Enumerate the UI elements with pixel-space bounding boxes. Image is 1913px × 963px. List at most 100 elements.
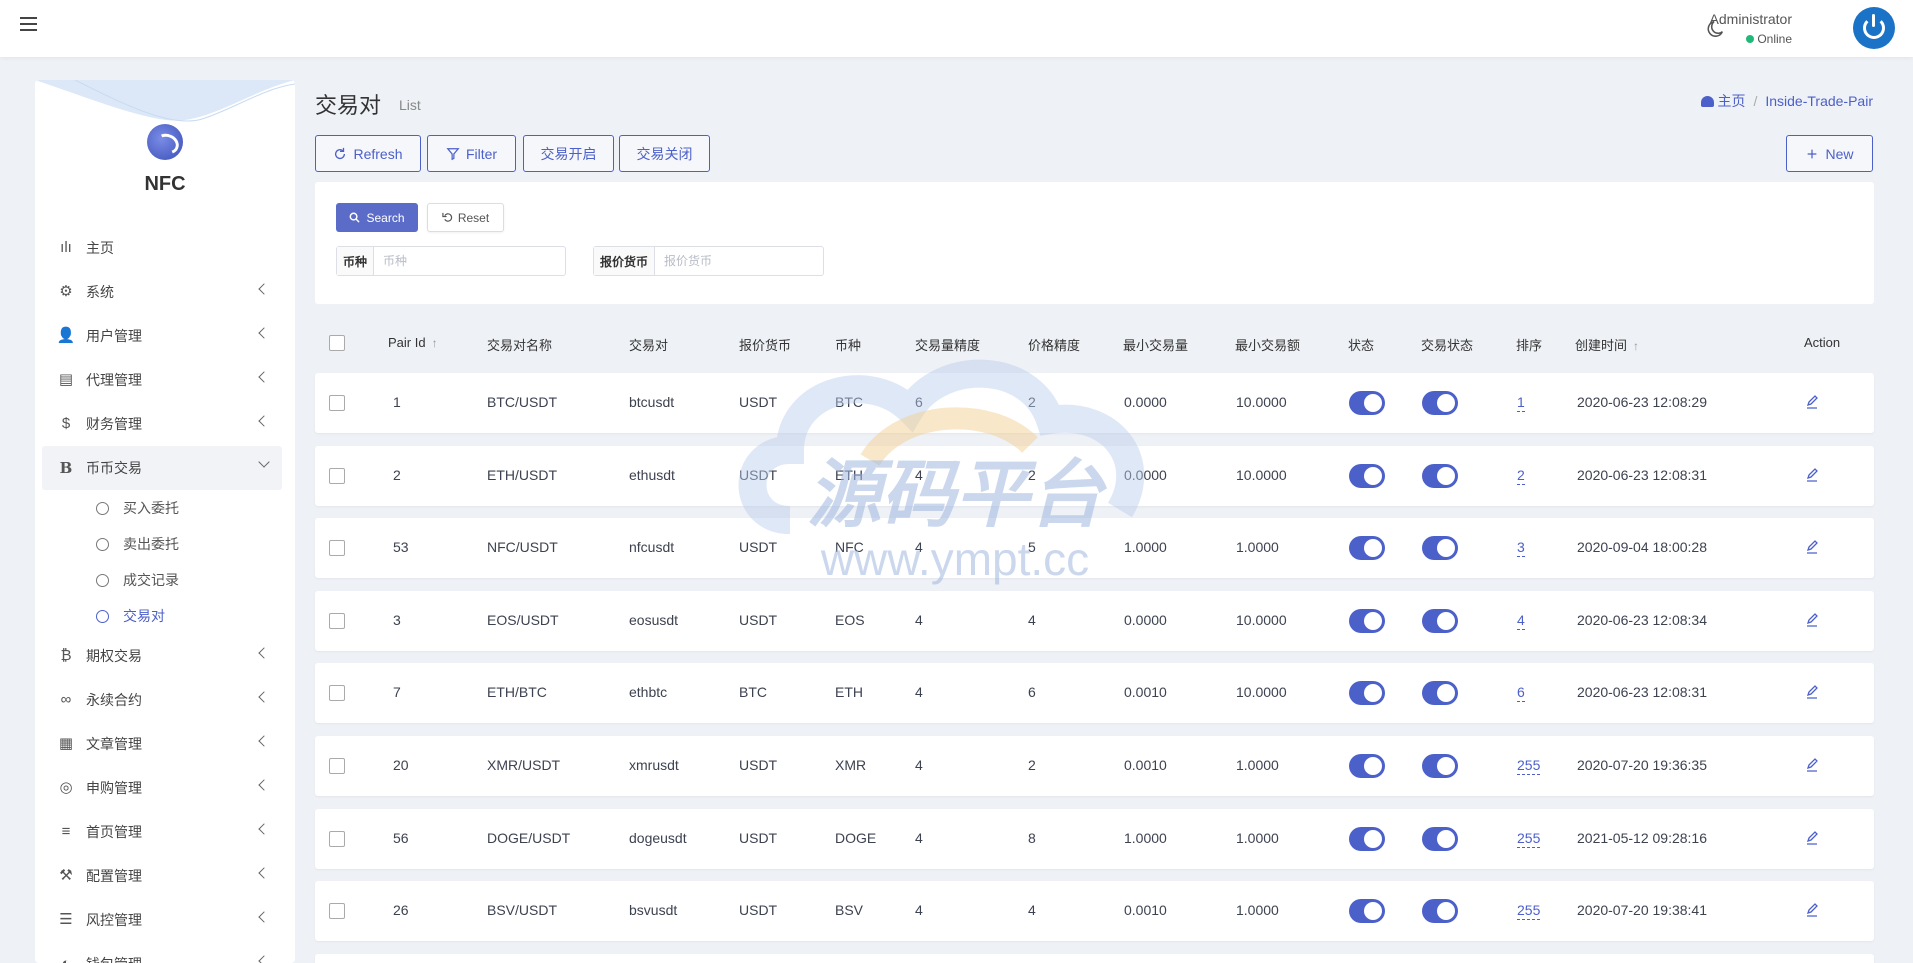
sidebar-item-label: 文章管理 [86,736,142,752]
sidebar-subitem[interactable]: 交易对 [42,598,282,634]
row-checkbox[interactable] [329,758,345,774]
status-toggle[interactable] [1349,464,1385,488]
trade-status-toggle[interactable] [1422,754,1458,778]
table-row[interactable]: 56 DOGE/USDT dogeusdt USDT DOGE 4 8 1.0000 1.000… [315,809,1874,869]
edit-icon[interactable] [1805,613,1819,627]
sidebar-subitem-label: 交易对 [123,608,165,624]
cell-created: 2020-06-23 12:08:34 [1577,612,1707,628]
trade-status-toggle[interactable] [1422,464,1458,488]
edit-icon[interactable] [1805,831,1819,845]
table-row[interactable]: 26 BSV/USDT bsvusdt USDT BSV 4 4 0.0010 1.0000 20… [315,881,1874,941]
col-created[interactable]: 创建时间 ↑ [1575,335,1639,354]
sidebar-item[interactable]: ⚙ 系统 [42,270,282,314]
row-checkbox[interactable] [329,395,345,411]
sidebar-item[interactable]: ∞ 永续合约 [42,678,282,722]
cell-created: 2020-09-04 18:00:28 [1577,539,1707,555]
status-toggle[interactable] [1349,391,1385,415]
status-toggle[interactable] [1349,899,1385,923]
table-row[interactable]: 3 EOS/USDT eosusdt USDT EOS 4 4 0.0000 10.0000 20… [315,591,1874,651]
sort-editable[interactable]: 6 [1517,684,1525,702]
sidebar-item[interactable]: ◐ 钱包管理 [42,942,282,963]
breadcrumb: 主页 / Inside-Trade-Pair [1701,91,1873,111]
sort-editable[interactable]: 2 [1517,467,1525,485]
row-checkbox[interactable] [329,468,345,484]
sidebar-item[interactable]: $ 财务管理 [42,402,282,446]
breadcrumb-home[interactable]: 主页 [1717,93,1745,109]
row-checkbox[interactable] [329,831,345,847]
sidebar-item[interactable]: ☰ 风控管理 [42,898,282,942]
sidebar-item[interactable]: ₿ 期权交易 [42,634,282,678]
sidebar-menu: ılı 主页 ⚙ 系统 👤 用户管理 ▤ 代理管理 $ 财务管理 B 币币交易 买入委托 卖出委托 成交记录… [42,226,282,963]
sidebar-subitem[interactable]: 买入委托 [42,490,282,526]
sort-editable[interactable]: 255 [1517,902,1541,920]
select-all-checkbox[interactable] [329,335,345,351]
filter-button[interactable]: Filter [427,135,516,172]
cell-vol-precision: 4 [915,539,923,555]
edit-icon[interactable] [1805,395,1819,409]
sidebar-item[interactable]: 👤 用户管理 [42,314,282,358]
row-checkbox[interactable] [329,613,345,629]
search-icon [350,212,361,223]
chevron-left-icon [258,415,270,427]
edit-icon[interactable] [1805,685,1819,699]
edit-icon[interactable] [1805,758,1819,772]
cell-created: 2020-06-23 12:08:29 [1577,394,1707,410]
table-row[interactable]: 2 ETH/USDT ethusdt USDT ETH 4 2 0.0000 10.0000 20… [315,446,1874,506]
sidebar-item[interactable]: ılı 主页 [42,226,282,270]
status-toggle[interactable] [1349,827,1385,851]
refresh-button[interactable]: Refresh [315,135,421,172]
trade-status-toggle[interactable] [1422,609,1458,633]
sort-editable[interactable]: 3 [1517,539,1525,557]
sort-editable[interactable]: 255 [1517,757,1541,775]
sidebar-subitem[interactable]: 成交记录 [42,562,282,598]
close-trade-button[interactable]: 交易关闭 [619,135,710,172]
trade-status-toggle[interactable] [1422,681,1458,705]
chevron-left-icon [258,911,270,923]
avatar-power-icon[interactable] [1853,7,1895,49]
sort-editable[interactable]: 255 [1517,830,1541,848]
new-label: New [1825,145,1854,162]
status-toggle[interactable] [1349,754,1385,778]
trade-status-toggle[interactable] [1422,536,1458,560]
chevron-left-icon [258,691,270,703]
sort-arrow-icon[interactable]: ↑ [432,336,438,350]
table-row[interactable]: 1 BTC/USDT btcusdt USDT BTC 6 2 0.0000 10.0000 20… [315,373,1874,433]
table-row[interactable]: 7 ETH/BTC ethbtc BTC ETH 4 6 0.0010 10.0000 2020-… [315,663,1874,723]
reset-button[interactable]: Reset [427,203,504,232]
trade-status-toggle[interactable] [1422,391,1458,415]
col-pair-id[interactable]: Pair Id ↑ [388,335,438,350]
table-row[interactable]: 53 NFC/USDT nfcusdt USDT NFC 4 5 1.0000 1.0000 20… [315,518,1874,578]
edit-icon[interactable] [1805,468,1819,482]
sidebar-item[interactable]: ≡ 首页管理 [42,810,282,854]
sort-arrow-icon[interactable]: ↑ [1633,339,1639,353]
sort-editable[interactable]: 4 [1517,612,1525,630]
trade-status-toggle[interactable] [1422,827,1458,851]
table-row[interactable] [315,954,1874,963]
hamburger-menu-icon[interactable] [20,17,37,31]
edit-icon[interactable] [1805,540,1819,554]
sidebar-item[interactable]: ▤ 代理管理 [42,358,282,402]
new-button[interactable]: New [1786,135,1873,172]
coin-filter-input[interactable] [374,247,560,275]
status-toggle[interactable] [1349,536,1385,560]
table-row[interactable]: 20 XMR/USDT xmrusdt USDT XMR 4 2 0.0010 1.0000 20… [315,736,1874,796]
open-trade-button[interactable]: 交易开启 [523,135,614,172]
status-toggle[interactable] [1349,681,1385,705]
search-button[interactable]: Search [336,203,418,232]
status-toggle[interactable] [1349,609,1385,633]
quote-filter-input[interactable] [655,247,816,275]
edit-icon[interactable] [1805,903,1819,917]
user-name[interactable]: Administrator [1710,11,1792,27]
trade-status-toggle[interactable] [1422,899,1458,923]
cell-created: 2020-07-20 19:38:41 [1577,902,1707,918]
row-checkbox[interactable] [329,685,345,701]
row-checkbox[interactable] [329,540,345,556]
sidebar-item[interactable]: B 币币交易 [42,446,282,490]
row-checkbox[interactable] [329,903,345,919]
sidebar-item[interactable]: ▦ 文章管理 [42,722,282,766]
sidebar-item[interactable]: ◎ 申购管理 [42,766,282,810]
sidebar-subitem[interactable]: 卖出委托 [42,526,282,562]
sidebar-item[interactable]: ⚒ 配置管理 [42,854,282,898]
sort-editable[interactable]: 1 [1517,394,1525,412]
circle-icon [96,573,109,587]
